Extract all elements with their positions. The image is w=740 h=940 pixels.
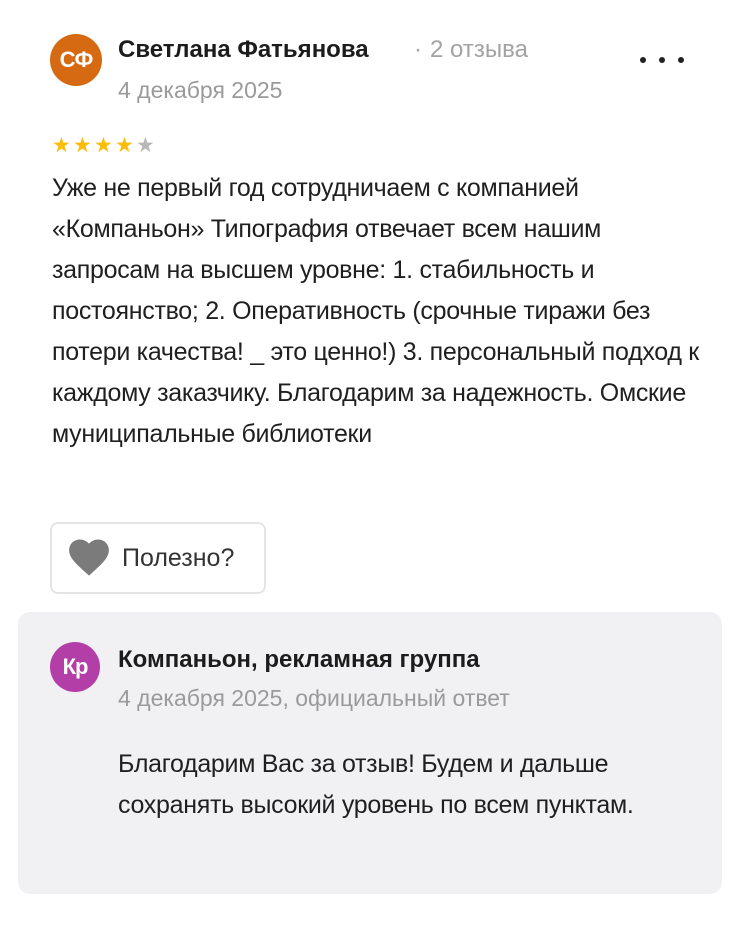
- review-text: Уже не первый год сотрудничаем с компани…: [52, 174, 699, 448]
- star-filled-icon: ★: [115, 134, 134, 157]
- star-filled-icon: ★: [73, 134, 92, 157]
- review-date: 4 декабря 2025: [118, 77, 283, 103]
- author-avatar[interactable]: СФ: [50, 34, 102, 86]
- star-filled-icon: ★: [94, 134, 113, 157]
- company-name[interactable]: Компаньон, рекламная группа: [118, 646, 480, 674]
- heart-icon: [69, 539, 109, 576]
- company-avatar[interactable]: Кр: [50, 642, 100, 692]
- reviews-count-label: 2 отзыва: [430, 36, 528, 63]
- author-name[interactable]: Светлана Фатьянова: [118, 36, 369, 64]
- useful-label: Полезно?: [122, 543, 235, 572]
- more-dots-icon: [640, 57, 646, 63]
- author-reviews-count[interactable]: · 2 отзыва: [414, 36, 528, 64]
- review-card: СФ Светлана Фатьянова · 2 отзыва 4 декабр…: [0, 0, 740, 940]
- more-options-button[interactable]: [640, 46, 684, 74]
- rating-stars: ★ ★ ★ ★ ★: [52, 134, 156, 157]
- star-filled-icon: ★: [52, 134, 71, 157]
- separator-dot: ·: [414, 36, 422, 63]
- reply-meta: 4 декабря 2025, официальный ответ: [118, 685, 510, 711]
- more-dots-icon: [678, 57, 684, 63]
- useful-button[interactable]: Полезно?: [50, 522, 266, 594]
- more-dots-icon: [659, 57, 665, 63]
- star-empty-icon: ★: [136, 134, 155, 157]
- official-reply: Кр Компаньон, рекламная группа 4 декабря…: [18, 612, 722, 894]
- reply-text: Благодарим Вас за отзыв! Будем и дальше …: [118, 750, 634, 819]
